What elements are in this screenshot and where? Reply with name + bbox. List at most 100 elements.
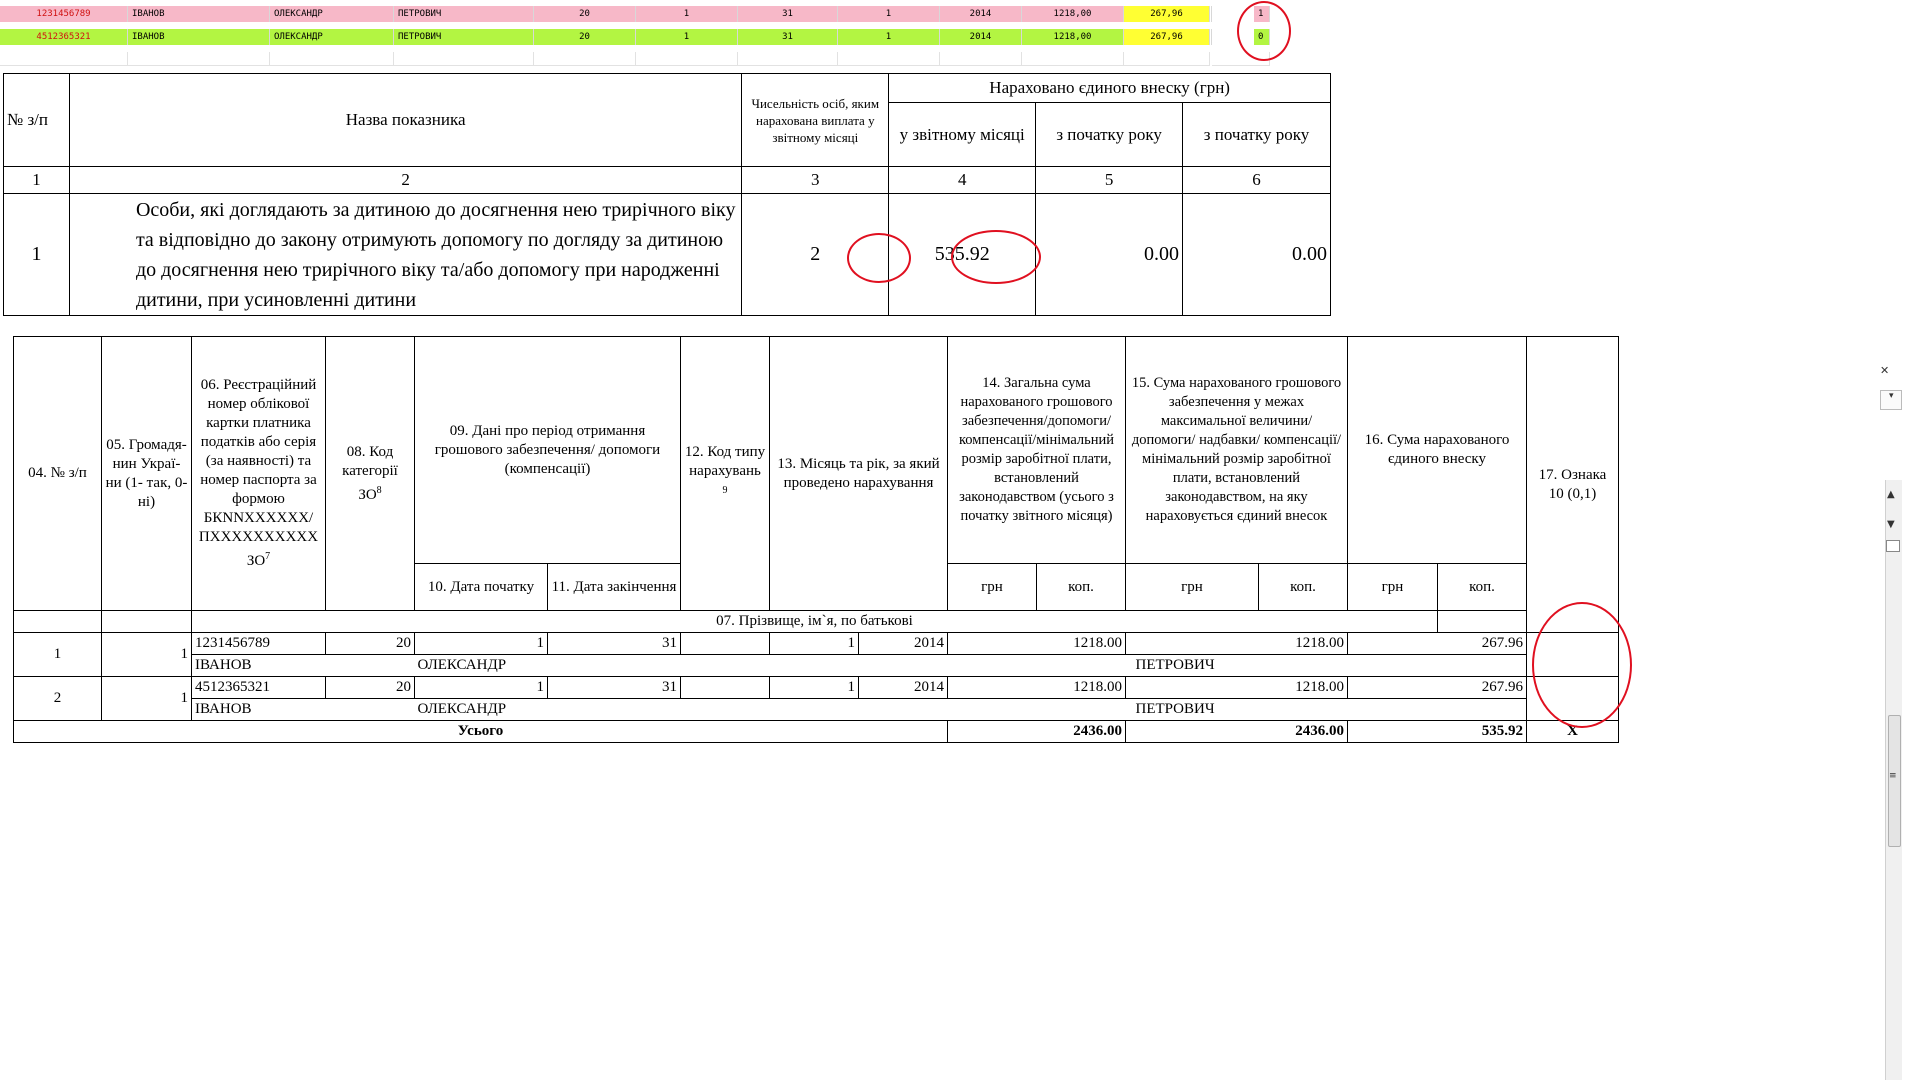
header-16-contribution: 16. Сума нарахованого єдиного внеску: [1347, 336, 1527, 564]
row-year[interactable]: 2014: [858, 676, 948, 699]
sheet-cell-d2[interactable]: 31: [738, 6, 838, 22]
header-09-period: 09. Дані про період отримання грошового …: [414, 336, 681, 564]
row-id[interactable]: 1231456789: [191, 632, 326, 655]
row-year-amount-2[interactable]: 0.00: [1182, 193, 1331, 316]
sheet-cell-empty[interactable]: [270, 52, 394, 66]
row-sum-16[interactable]: 267.96: [1347, 632, 1527, 655]
header-13-month-year: 13. Місяць та рік, за який проведено нар…: [769, 336, 948, 611]
sheet-cell-empty[interactable]: [838, 52, 940, 66]
row-patronymic[interactable]: ПЕТРОВИЧ: [947, 654, 1527, 677]
total-sum-15: 2436.00: [1125, 720, 1348, 743]
table-row-names[interactable]: ІВАНОВ ОЛЕКСАНДР ПЕТРОВИЧ: [14, 698, 1619, 721]
footnote-9: 9: [722, 484, 728, 496]
row-year[interactable]: 2014: [858, 632, 948, 655]
column-number-2: 2: [68, 166, 743, 194]
sheet-cell-d2[interactable]: 31: [738, 29, 838, 45]
row-category[interactable]: 20: [325, 676, 415, 699]
row-sum-15[interactable]: 1218.00: [1125, 676, 1348, 699]
row-month[interactable]: 1: [769, 632, 859, 655]
sheet-cell-d1[interactable]: 1: [636, 29, 738, 45]
header-10-start-date: 10. Дата початку: [414, 563, 548, 611]
sheet-cell-id[interactable]: 4512365321: [0, 29, 128, 45]
table-row-names[interactable]: ІВАНОВ ОЛЕКСАНДР ПЕТРОВИЧ: [14, 654, 1619, 677]
sheet-cell-gap: [1210, 29, 1212, 45]
sheet-row-1[interactable]: 1231456789 ІВАНОВ ОЛЕКСАНДР ПЕТРОВИЧ 20 …: [0, 6, 1270, 22]
column-number-3: 3: [741, 166, 890, 194]
header-num: № з/п: [3, 73, 70, 167]
sheet-cell-contrib[interactable]: 267,96: [1124, 29, 1210, 45]
header-06-text: 06. Реєстраційний номер облікової картки…: [198, 377, 319, 569]
sheet-cell-name[interactable]: ОЛЕКСАНДР: [270, 6, 394, 22]
sheet-cell-sum[interactable]: 1218,00: [1022, 6, 1124, 22]
row-start-date[interactable]: 1: [414, 676, 548, 699]
row-year-amount-1[interactable]: 0.00: [1035, 193, 1184, 316]
sheet-cell-d1[interactable]: 1: [636, 6, 738, 22]
sheet-cell-sum[interactable]: 1218,00: [1022, 29, 1124, 45]
sheet-cell-empty[interactable]: [128, 52, 270, 66]
row-category[interactable]: 20: [325, 632, 415, 655]
scroll-down-icon[interactable]: ▼: [1887, 519, 1895, 530]
header-15-max-sum: 15. Сума нарахованого грошового забезпеч…: [1125, 336, 1348, 564]
scroll-marker[interactable]: [1886, 540, 1900, 552]
row-charge-type[interactable]: [680, 676, 770, 699]
sheet-cell-surname[interactable]: ІВАНОВ: [128, 6, 270, 22]
row-surname[interactable]: ІВАНОВ: [191, 698, 415, 721]
sheet-cell-empty[interactable]: [0, 52, 128, 66]
row-charge-type[interactable]: [680, 632, 770, 655]
row-id[interactable]: 4512365321: [191, 676, 326, 699]
row-surname[interactable]: ІВАНОВ: [191, 654, 415, 677]
row-citizen[interactable]: 1: [101, 676, 192, 721]
sheet-cell-year[interactable]: 2014: [940, 6, 1022, 22]
total-label: Усього: [13, 720, 948, 743]
row-patronymic[interactable]: ПЕТРОВИЧ: [947, 698, 1527, 721]
row-end-date[interactable]: 31: [547, 676, 681, 699]
row-citizen[interactable]: 1: [101, 632, 192, 677]
dropdown-arrow-icon[interactable]: ▾: [1889, 391, 1894, 401]
row-start-date[interactable]: 1: [414, 632, 548, 655]
header-07-fullname: 07. Прізвище, ім`я, по батькові: [191, 610, 1438, 633]
sheet-cell-empty[interactable]: [1022, 52, 1124, 66]
sheet-cell-surname[interactable]: ІВАНОВ: [128, 29, 270, 45]
row-sum-14[interactable]: 1218.00: [947, 676, 1126, 699]
sheet-cell-empty[interactable]: [940, 52, 1022, 66]
sheet-cell-empty[interactable]: [1124, 52, 1210, 66]
header-12-text: 12. Код типу нарахувань: [684, 443, 766, 479]
row-end-date[interactable]: 31: [547, 632, 681, 655]
sheet-cell-name[interactable]: ОЛЕКСАНДР: [270, 29, 394, 45]
sheet-cell-year[interactable]: 2014: [940, 29, 1022, 45]
grip-icon: ≡: [1889, 771, 1897, 781]
sheet-cell-cat[interactable]: 20: [534, 29, 636, 45]
sheet-cell-cat[interactable]: 20: [534, 6, 636, 22]
table-row[interactable]: 1 1 1231456789 20 1 31 1 2014 1218.00 12…: [13, 632, 1619, 677]
sheet-cell-month[interactable]: 1: [838, 6, 940, 22]
row-num: 1: [13, 632, 102, 677]
annotation-circle-amount: [951, 230, 1041, 284]
header-08-category: 08. Код категорії ЗО8: [325, 336, 415, 611]
row-first-name[interactable]: ОЛЕКСАНДР: [414, 698, 948, 721]
sheet-cell-month[interactable]: 1: [838, 29, 940, 45]
sheet-cell-contrib[interactable]: 267,96: [1124, 6, 1210, 22]
table-row[interactable]: 2 1 4512365321 20 1 31 1 2014 1218.00 12…: [13, 676, 1619, 721]
sheet-cell-patronymic[interactable]: ПЕТРОВИЧ: [394, 6, 534, 22]
sheet-row-empty[interactable]: [0, 52, 1270, 66]
row-sum-16[interactable]: 267.96: [1347, 676, 1527, 699]
row-sum-14[interactable]: 1218.00: [947, 632, 1126, 655]
sheet-cell-empty[interactable]: [636, 52, 738, 66]
sheet-cell-empty[interactable]: [394, 52, 534, 66]
sheet-cell-gap: [1210, 6, 1212, 22]
sheet-cell-patronymic[interactable]: ПЕТРОВИЧ: [394, 29, 534, 45]
scroll-up-icon[interactable]: ▲: [1887, 489, 1895, 500]
scrollbar-thumb[interactable]: [1888, 715, 1901, 847]
sheet-cell-empty[interactable]: [534, 52, 636, 66]
row-month[interactable]: 1: [769, 676, 859, 699]
close-icon[interactable]: ✕: [1880, 364, 1889, 377]
row-first-name[interactable]: ОЛЕКСАНДР: [414, 654, 948, 677]
row-sum-15[interactable]: 1218.00: [1125, 632, 1348, 655]
sheet-row-2[interactable]: 4512365321 ІВАНОВ ОЛЕКСАНДР ПЕТРОВИЧ 20 …: [0, 29, 1270, 45]
footnote-7: 7: [265, 551, 271, 562]
sheet-cell-id[interactable]: 1231456789: [0, 6, 128, 22]
header-year-start-2: з початку року: [1182, 102, 1331, 167]
row-patronymic-text: ПЕТРОВИЧ: [1135, 701, 1215, 717]
sheet-cell-empty[interactable]: [738, 52, 838, 66]
header-12-charge-type: 12. Код типу нарахувань 9: [680, 336, 770, 611]
